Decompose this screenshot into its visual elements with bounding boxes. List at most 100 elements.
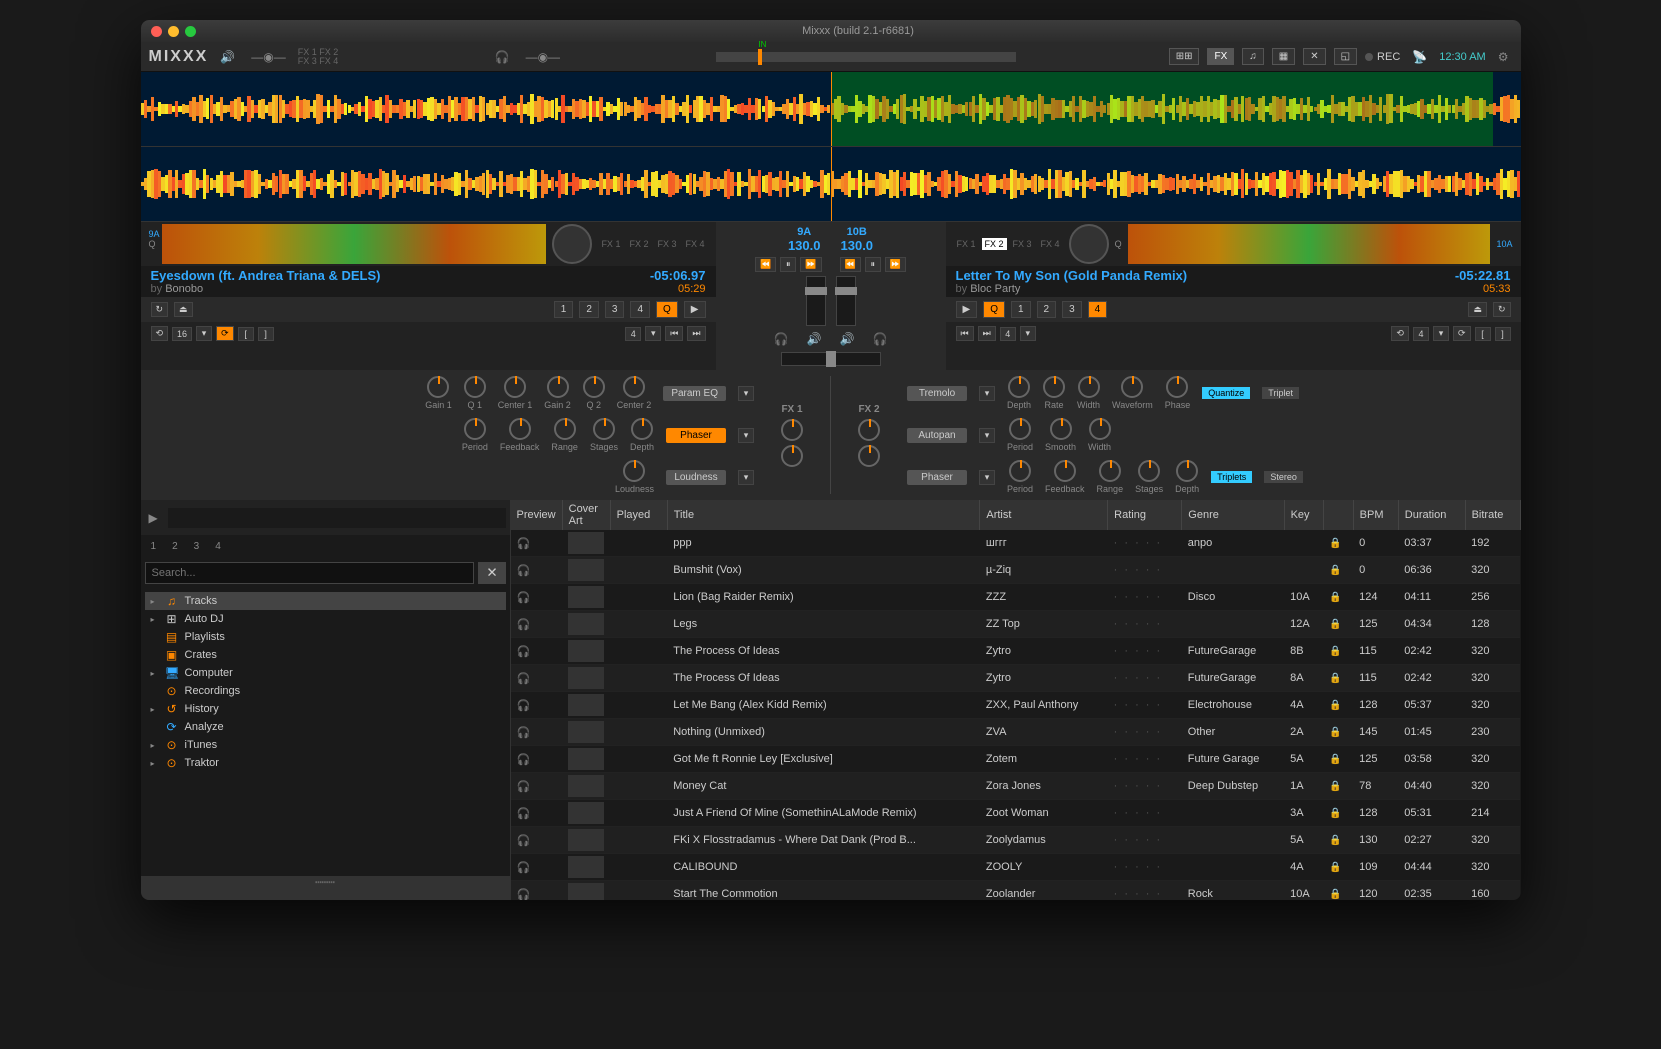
preview-play-icon[interactable]: ▶ (145, 509, 162, 527)
deck1-loop-size[interactable]: 16 (172, 327, 192, 341)
fx-knob-feedback[interactable]: Feedback (500, 418, 540, 452)
headphone-mix[interactable]: —◉— (522, 48, 564, 66)
nudge-fwd-2[interactable]: ⏩ (885, 257, 906, 272)
volume-icon[interactable]: 🔊 (216, 48, 239, 66)
tree-expand-icon[interactable]: ▸ (151, 615, 159, 624)
zoom-button[interactable] (185, 26, 196, 37)
table-row[interactable]: 🎧 FKi X Flosstradamus - Where Dat Dank (… (511, 827, 1521, 854)
deck2-quantize[interactable]: Q (983, 301, 1005, 318)
fx-dropdown-icon[interactable]: ▾ (979, 386, 995, 401)
deck2-cue-4[interactable]: 4 (1088, 301, 1108, 318)
rating-cell[interactable]: · · · · · (1108, 854, 1182, 881)
deck1-eject-icon[interactable]: ⏏ (174, 302, 193, 317)
table-row[interactable]: 🎧 Legs ZZ Top · · · · · 12A 🔒 125 04:34 … (511, 611, 1521, 638)
deck2-beat-size[interactable]: 4 (1000, 327, 1016, 341)
fx2-super-knob[interactable] (858, 419, 880, 441)
deck2-loop-toggle[interactable]: ⟳ (1453, 326, 1471, 341)
close-button[interactable] (151, 26, 162, 37)
fx-param-triplets[interactable]: Triplets (1211, 471, 1252, 483)
table-row[interactable]: 🎧 Let Me Bang (Alex Kidd Remix) ZXX, Pau… (511, 692, 1521, 719)
deck1-quantize[interactable]: Q (656, 301, 678, 318)
mixer-bpm-1[interactable]: 130.0 (788, 238, 821, 253)
fx-knob-period[interactable]: Period (1007, 418, 1033, 452)
deck1-loop-down[interactable]: ▾ (196, 326, 212, 341)
fx1-super-knob[interactable] (781, 419, 803, 441)
fx-dropdown-icon[interactable]: ▾ (979, 428, 995, 443)
lock-cell[interactable]: 🔒 (1323, 692, 1353, 719)
column-header-played[interactable]: Played (610, 500, 667, 530)
fx-selector[interactable]: Loudness (666, 470, 726, 485)
toolbar-btn-4[interactable]: ▦ (1272, 48, 1295, 65)
column-header-bpm[interactable]: BPM (1353, 500, 1398, 530)
rating-cell[interactable]: · · · · · (1108, 746, 1182, 773)
fx-knob-loudness[interactable]: Loudness (615, 460, 654, 494)
tree-item-playlists[interactable]: ▤Playlists (145, 628, 506, 646)
fx-knob-phase[interactable]: Phase (1165, 376, 1191, 410)
column-header-bitrate[interactable]: Bitrate (1465, 500, 1520, 530)
fx-param-quantize[interactable]: Quantize (1202, 387, 1250, 399)
fx-param-stereo[interactable]: Stereo (1264, 471, 1303, 483)
sync-1[interactable]: ⏸ (780, 257, 796, 272)
fx-knob-stages[interactable]: Stages (1135, 460, 1163, 494)
column-header-preview[interactable]: Preview (511, 500, 563, 530)
fx-selector[interactable]: Phaser (666, 428, 726, 443)
toolbar-samplers-button[interactable]: ⊞⊞ (1169, 48, 1200, 65)
preview-icon[interactable]: 🎧 (511, 692, 563, 719)
mixer-bpm-2[interactable]: 130.0 (841, 238, 874, 253)
preview-icon[interactable]: 🎧 (511, 827, 563, 854)
fx-knob-range[interactable]: Range (551, 418, 578, 452)
preview-icon[interactable]: 🎧 (511, 584, 563, 611)
preview-icon[interactable]: 🎧 (511, 530, 563, 557)
crossfader[interactable] (781, 352, 881, 366)
tree-expand-icon[interactable]: ▸ (151, 759, 159, 768)
mixer-key-1[interactable]: 9A (788, 226, 821, 238)
tree-expand-icon[interactable]: ▸ (151, 597, 159, 606)
sync-2[interactable]: ⏸ (865, 257, 881, 272)
lock-cell[interactable]: 🔒 (1323, 557, 1353, 584)
table-row[interactable]: 🎧 Start The Commotion Zoolander · · · · … (511, 881, 1521, 901)
rating-cell[interactable]: · · · · · (1108, 557, 1182, 584)
rating-cell[interactable]: · · · · · (1108, 881, 1182, 901)
preview-deck[interactable]: ▶ (141, 500, 510, 535)
waveform-deck2-zoom[interactable] (141, 147, 1521, 222)
tree-item-recordings[interactable]: ⊙Recordings (145, 682, 506, 700)
fx-knob-smooth[interactable]: Smooth (1045, 418, 1076, 452)
fx1-mix-knob[interactable] (781, 445, 803, 467)
toolbar-btn-5[interactable]: ✕ (1303, 48, 1325, 65)
deck2-loop-bracket-r[interactable]: ] (1495, 327, 1511, 341)
deck1-loop-bracket-r[interactable]: ] (258, 327, 274, 341)
preview-icon[interactable]: 🎧 (511, 719, 563, 746)
fx-knob-feedback[interactable]: Feedback (1045, 460, 1085, 494)
mixer-key-2[interactable]: 10B (841, 226, 874, 238)
toolbar-btn-6[interactable]: ◱ (1334, 48, 1357, 65)
fx2-mix-knob[interactable] (858, 445, 880, 467)
deck2-repeat-icon[interactable]: ↻ (1493, 302, 1511, 317)
tree-item-itunes[interactable]: ▸⊙iTunes (145, 736, 506, 754)
deck1-beat-down[interactable]: ▾ (645, 326, 661, 341)
lock-cell[interactable]: 🔒 (1323, 719, 1353, 746)
lock-cell[interactable]: 🔒 (1323, 773, 1353, 800)
deck2-overview[interactable] (1128, 224, 1491, 264)
toolbar-btn-3[interactable]: ♫ (1242, 48, 1264, 65)
preview-icon[interactable]: 🎧 (511, 881, 563, 901)
fx-selector[interactable]: Param EQ (663, 386, 726, 401)
deck2-loop-down[interactable]: ▾ (1433, 326, 1449, 341)
rating-cell[interactable]: · · · · · (1108, 719, 1182, 746)
deck1-cue-4[interactable]: 4 (630, 301, 650, 318)
deck2-loop-size[interactable]: 4 (1413, 327, 1429, 341)
master-progress[interactable]: IN (716, 52, 1016, 62)
broadcast-icon[interactable]: 📡 (1408, 48, 1431, 66)
deck2-beat-back[interactable]: ⏮ (956, 326, 974, 341)
tree-item-traktor[interactable]: ▸⊙Traktor (145, 754, 506, 772)
fx-knob-center-2[interactable]: Center 2 (617, 376, 652, 410)
preview-cue-1[interactable]: 1 (145, 539, 163, 554)
fx-knob-gain-1[interactable]: Gain 1 (425, 376, 452, 410)
deck1-cue-3[interactable]: 3 (605, 301, 625, 318)
fx-dropdown-icon[interactable]: ▾ (738, 470, 754, 485)
deck1-beat-size[interactable]: 4 (625, 327, 641, 341)
lock-cell[interactable]: 🔒 (1323, 827, 1353, 854)
fx-knob-width[interactable]: Width (1088, 418, 1111, 452)
rating-cell[interactable]: · · · · · (1108, 611, 1182, 638)
column-header-duration[interactable]: Duration (1398, 500, 1465, 530)
column-header-genre[interactable]: Genre (1182, 500, 1284, 530)
